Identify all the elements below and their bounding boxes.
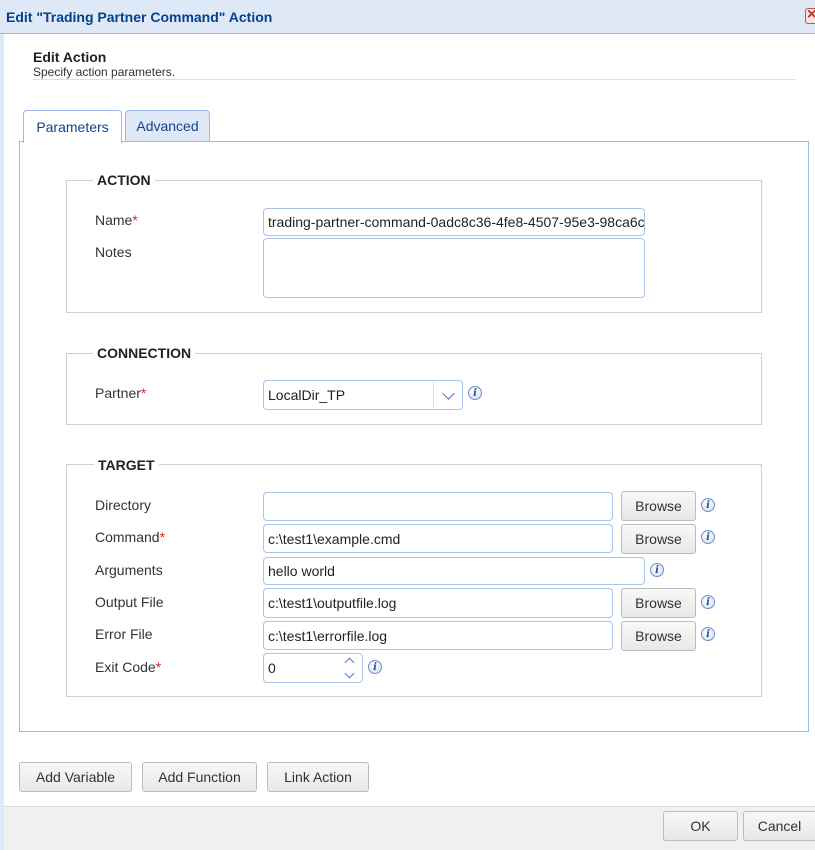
header-title: Edit Action bbox=[33, 49, 107, 65]
partner-label: Partner* bbox=[95, 385, 147, 401]
info-icon[interactable]: i bbox=[650, 563, 664, 577]
output-file-browse-button[interactable]: Browse bbox=[621, 588, 696, 618]
partner-value: LocalDir_TP bbox=[268, 387, 346, 403]
window-frame bbox=[0, 34, 4, 850]
info-icon[interactable]: i bbox=[701, 595, 715, 609]
target-legend: TARGET bbox=[94, 457, 159, 473]
output-file-label: Output File bbox=[95, 594, 164, 610]
exit-code-value: 0 bbox=[268, 660, 276, 676]
chevron-down-icon[interactable] bbox=[336, 668, 362, 682]
command-input[interactable]: c:\test1\example.cmd bbox=[263, 524, 613, 553]
spinner bbox=[336, 654, 362, 682]
info-icon[interactable]: i bbox=[701, 530, 715, 544]
info-icon[interactable]: i bbox=[468, 386, 482, 400]
chevron-down-icon[interactable] bbox=[433, 381, 462, 409]
directory-input[interactable] bbox=[263, 492, 613, 521]
directory-browse-button[interactable]: Browse bbox=[621, 491, 696, 521]
error-file-browse-button[interactable]: Browse bbox=[621, 621, 696, 651]
exit-code-label: Exit Code* bbox=[95, 659, 162, 675]
output-file-input[interactable]: c:\test1\outputfile.log bbox=[263, 588, 613, 618]
tab-advanced[interactable]: Advanced bbox=[125, 110, 210, 141]
action-legend: ACTION bbox=[93, 172, 155, 188]
add-function-button[interactable]: Add Function bbox=[142, 762, 257, 792]
error-file-input[interactable]: c:\test1\errorfile.log bbox=[263, 621, 613, 650]
command-label: Command* bbox=[95, 529, 166, 545]
partner-select[interactable]: LocalDir_TP bbox=[263, 380, 463, 410]
header-divider bbox=[33, 79, 795, 80]
error-file-label: Error File bbox=[95, 626, 153, 642]
link-action-button[interactable]: Link Action bbox=[267, 762, 369, 792]
command-browse-button[interactable]: Browse bbox=[621, 524, 696, 554]
name-label: Name* bbox=[95, 212, 138, 228]
notes-label: Notes bbox=[95, 244, 132, 260]
directory-label: Directory bbox=[95, 497, 152, 513]
close-icon[interactable] bbox=[805, 8, 815, 24]
exit-code-stepper[interactable]: 0 bbox=[263, 653, 363, 683]
chevron-up-icon[interactable] bbox=[336, 654, 362, 668]
notes-textarea[interactable] bbox=[263, 238, 645, 298]
window-title: Edit "Trading Partner Command" Action bbox=[6, 9, 273, 25]
info-icon[interactable]: i bbox=[701, 498, 715, 512]
info-icon[interactable]: i bbox=[368, 660, 382, 674]
name-input[interactable]: trading-partner-command-0adc8c36-4fe8-45… bbox=[263, 208, 645, 236]
cancel-button[interactable]: Cancel bbox=[743, 811, 815, 841]
add-variable-button[interactable]: Add Variable bbox=[19, 762, 132, 792]
ok-button[interactable]: OK bbox=[663, 811, 738, 841]
info-icon[interactable]: i bbox=[701, 627, 715, 641]
arguments-input[interactable]: hello world bbox=[263, 557, 645, 585]
tab-parameters[interactable]: Parameters bbox=[23, 110, 122, 143]
connection-legend: CONNECTION bbox=[93, 345, 196, 361]
header-subtitle: Specify action parameters. bbox=[33, 65, 176, 79]
arguments-label: Arguments bbox=[95, 562, 163, 578]
